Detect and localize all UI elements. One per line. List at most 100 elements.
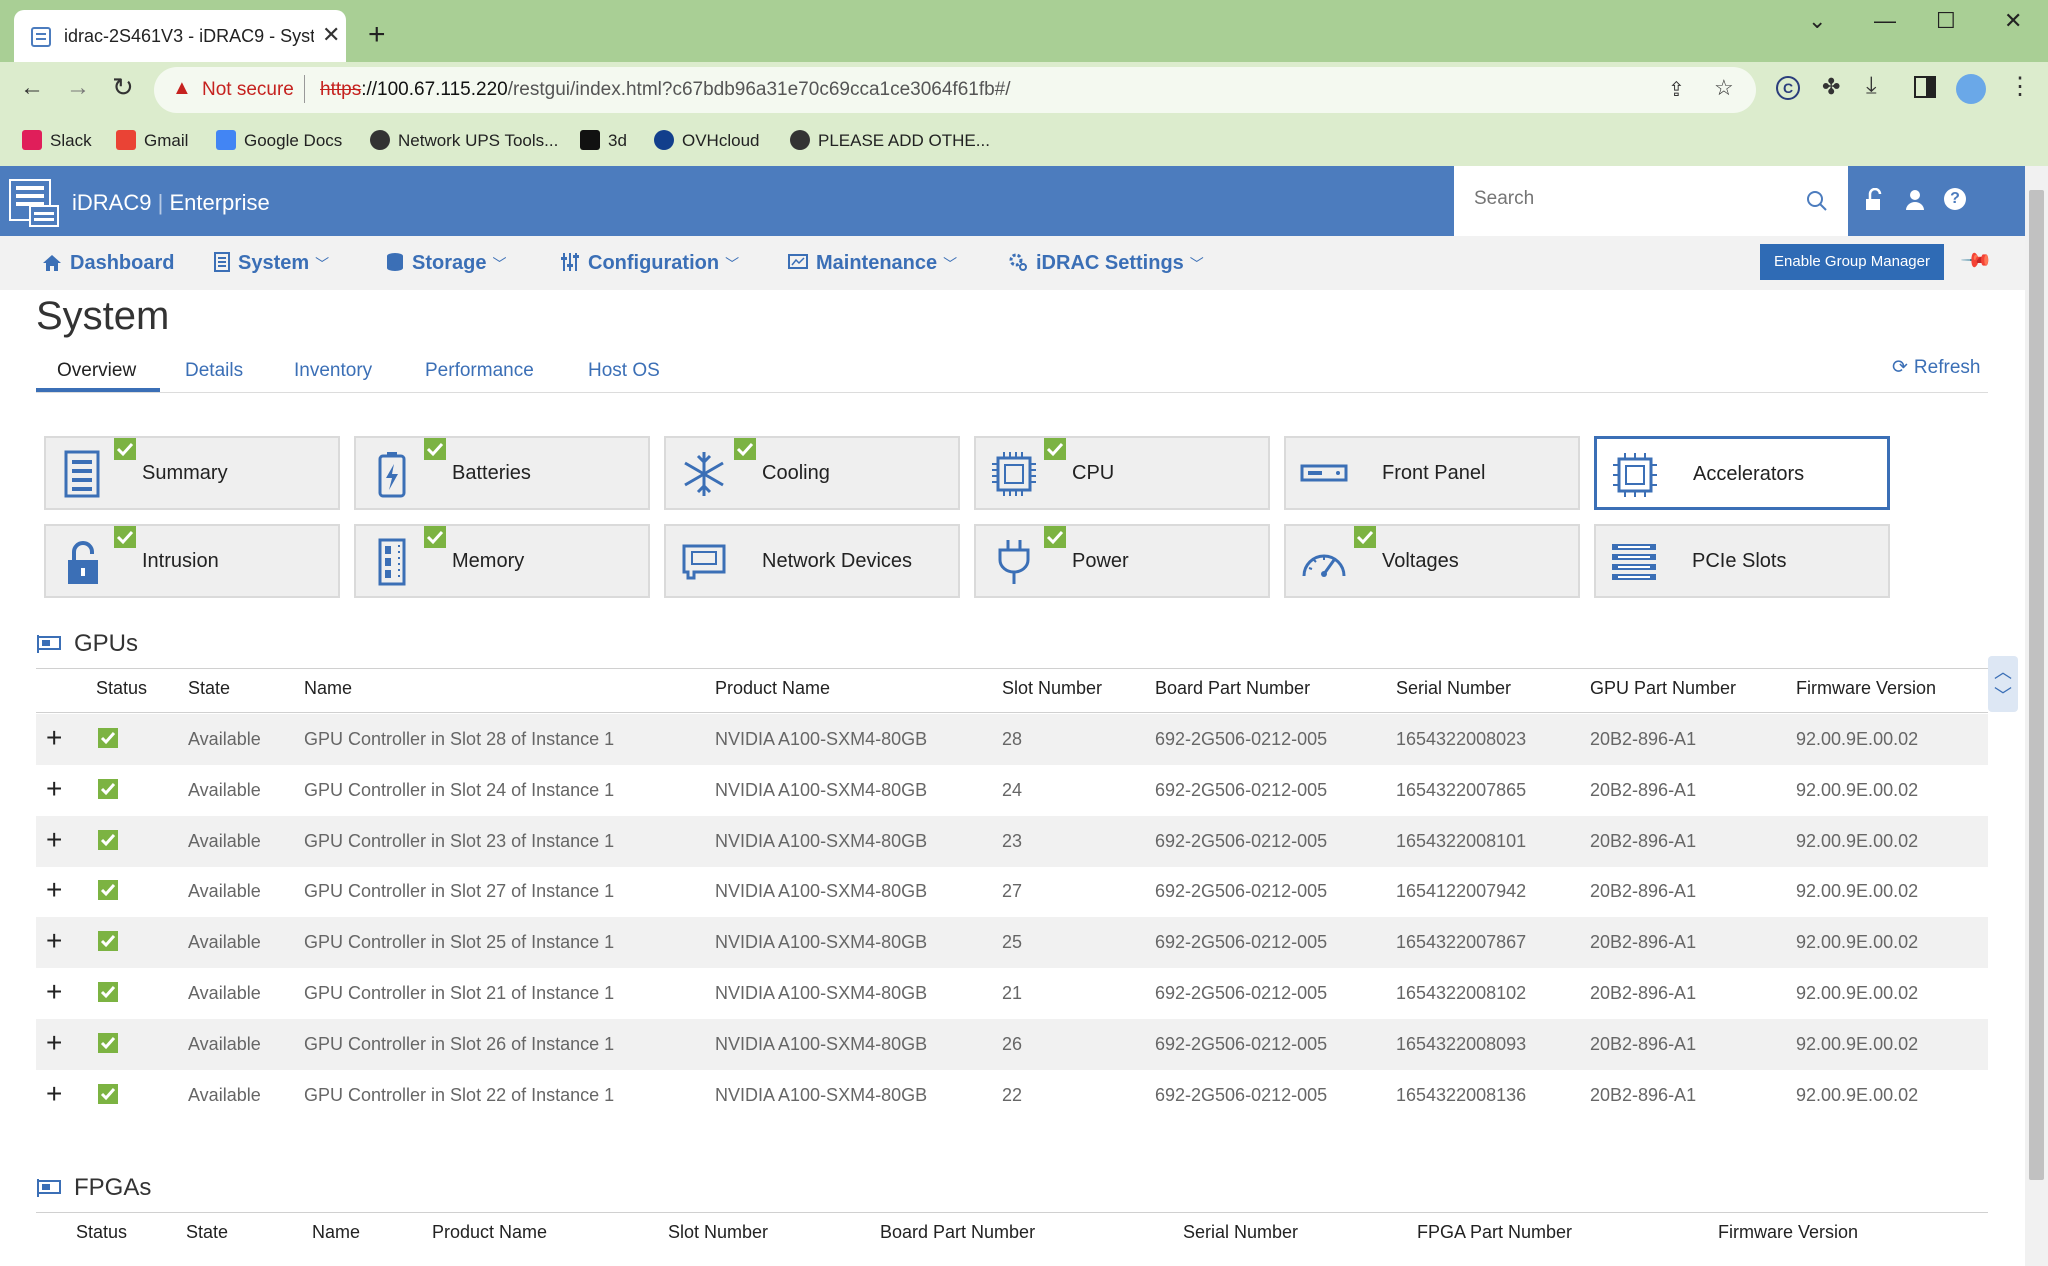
scrollbar-thumb[interactable] — [2029, 190, 2044, 1180]
gpu-column-header[interactable]: Serial Number — [1396, 678, 1511, 699]
bookmark-nut[interactable]: Network UPS Tools... — [370, 130, 558, 151]
tab-close-icon[interactable]: ✕ — [322, 22, 340, 48]
fpga-column-header[interactable]: Serial Number — [1183, 1222, 1298, 1243]
enable-group-manager-button[interactable]: Enable Group Manager — [1760, 244, 1944, 280]
window-close-icon[interactable]: ✕ — [2004, 8, 2022, 34]
table-scroll-buttons[interactable]: ︿ ﹀ — [1988, 656, 2018, 712]
expand-row-icon[interactable]: + — [46, 724, 62, 752]
tile-batteries[interactable]: Batteries — [354, 436, 650, 510]
expand-row-icon[interactable]: + — [46, 978, 62, 1006]
unlock-icon[interactable] — [1864, 188, 1886, 212]
address-bar[interactable]: ▲ Not secure https://100.67.115.220/rest… — [154, 67, 1756, 113]
tab-host-os[interactable]: Host OS — [588, 360, 660, 382]
expand-row-icon[interactable]: + — [46, 876, 62, 904]
tile-front-panel[interactable]: Front Panel — [1284, 436, 1580, 510]
tab-performance[interactable]: Performance — [425, 360, 534, 382]
fpga-column-header[interactable]: Board Part Number — [880, 1222, 1035, 1243]
extensions-icon[interactable]: ✤ — [1822, 74, 1840, 100]
minimize-icon[interactable]: — — [1874, 8, 1896, 34]
gpu-column-header[interactable]: Board Part Number — [1155, 678, 1310, 699]
profile-avatar[interactable] — [1956, 74, 1986, 104]
reload-icon[interactable]: ↻ — [112, 72, 134, 103]
tile-power[interactable]: Power — [974, 524, 1270, 598]
table-row[interactable]: + Available GPU Controller in Slot 23 of I… — [36, 815, 1988, 867]
table-row[interactable]: + Available GPU Controller in Slot 25 of I… — [36, 917, 1988, 969]
bookmark-gmail[interactable]: Gmail — [116, 130, 188, 151]
chevron-down-icon[interactable]: ﹀ — [1994, 682, 2012, 708]
forward-icon[interactable]: → — [66, 74, 90, 102]
tile-network-devices[interactable]: Network Devices — [664, 524, 960, 598]
user-icon[interactable] — [1904, 188, 1926, 212]
nav-system[interactable]: System ﹀ — [214, 252, 329, 275]
fpga-column-header[interactable]: Name — [312, 1222, 360, 1243]
fpga-column-header[interactable]: Firmware Version — [1718, 1222, 1858, 1243]
fpga-column-header[interactable]: Status — [76, 1222, 127, 1243]
gpu-column-header[interactable]: State — [188, 678, 230, 699]
pin-icon[interactable]: 📌 — [1959, 243, 1994, 278]
browser-tab[interactable]: idrac-2S461V3 - iDRAC9 - System ✕ — [14, 10, 346, 62]
tab-inventory[interactable]: Inventory — [294, 360, 372, 382]
table-row[interactable]: + Available GPU Controller in Slot 26 of I… — [36, 1018, 1988, 1070]
fpga-column-header[interactable]: State — [186, 1222, 228, 1243]
table-row[interactable]: + Available GPU Controller in Slot 27 of I… — [36, 866, 1988, 917]
nav-maintenance[interactable]: Maintenance ﹀ — [788, 252, 957, 275]
bookmark-slack[interactable]: Slack — [22, 130, 92, 151]
page-scrollbar[interactable] — [2025, 166, 2048, 1266]
extension-c-icon[interactable]: C — [1776, 76, 1800, 100]
tile-summary[interactable]: Summary — [44, 436, 340, 510]
table-row[interactable]: + Available GPU Controller in Slot 21 of I… — [36, 968, 1988, 1019]
bookmark-please-add[interactable]: PLEASE ADD OTHE... — [790, 130, 990, 151]
nav-configuration[interactable]: Configuration ﹀ — [560, 252, 739, 275]
fpga-column-header[interactable]: FPGA Part Number — [1417, 1222, 1572, 1243]
tab-overview[interactable]: Overview — [57, 360, 136, 382]
tile-cpu[interactable]: CPU — [974, 436, 1270, 510]
expand-row-icon[interactable]: + — [46, 1079, 62, 1108]
side-panel-icon[interactable] — [1914, 76, 1936, 98]
bookmark-star-icon[interactable]: ☆ — [1714, 75, 1734, 101]
nav-storage[interactable]: Storage ﹀ — [386, 252, 506, 275]
tile-cooling[interactable]: Cooling — [664, 436, 960, 510]
search-box[interactable] — [1454, 166, 1848, 236]
gpu-column-header[interactable]: Status — [96, 678, 147, 699]
not-secure-label[interactable]: Not secure — [202, 79, 294, 101]
new-tab-button[interactable]: + — [368, 20, 386, 50]
chevron-up-icon[interactable]: ︿ — [1994, 658, 2012, 684]
tab-details[interactable]: Details — [185, 360, 243, 382]
chevron-down-icon: ﹀ — [725, 256, 740, 272]
tile-voltages[interactable]: Voltages — [1284, 524, 1580, 598]
tile-intrusion[interactable]: Intrusion — [44, 524, 340, 598]
gpu-column-header[interactable]: Slot Number — [1002, 678, 1102, 699]
fpga-column-header[interactable]: Product Name — [432, 1222, 547, 1243]
refresh-button[interactable]: ⟳ Refresh — [1892, 356, 1980, 379]
bookmark-google-docs[interactable]: Google Docs — [216, 130, 342, 151]
back-icon[interactable]: ← — [20, 74, 44, 102]
table-row[interactable]: + Available GPU Controller in Slot 24 of I… — [36, 765, 1988, 816]
fpga-column-header[interactable]: Slot Number — [668, 1222, 768, 1243]
bookmark-ovhcloud[interactable]: OVHcloud — [654, 130, 759, 151]
gpu-column-header[interactable]: Product Name — [715, 678, 830, 699]
gpu-column-header[interactable]: GPU Part Number — [1590, 678, 1736, 699]
gpu-column-header[interactable]: Name — [304, 678, 352, 699]
table-row[interactable]: + Available GPU Controller in Slot 28 of I… — [36, 714, 1988, 765]
browser-menu-icon[interactable]: ⋮ — [2008, 72, 2032, 101]
tile-pcie-slots[interactable]: PCIe Slots — [1594, 524, 1890, 598]
tab-search-icon[interactable]: ⌄ — [1808, 8, 1826, 34]
expand-row-icon[interactable]: + — [46, 927, 62, 955]
tile-memory[interactable]: Memory — [354, 524, 650, 598]
expand-row-icon[interactable]: + — [46, 1028, 62, 1057]
share-icon[interactable]: ⇪ — [1668, 77, 1685, 102]
search-icon[interactable] — [1806, 190, 1828, 212]
nav-dashboard[interactable]: Dashboard — [42, 252, 174, 275]
expand-row-icon[interactable]: + — [46, 774, 62, 803]
url-text[interactable]: https://100.67.115.220/restgui/index.htm… — [320, 79, 1011, 101]
tile-accelerators[interactable]: Accelerators — [1594, 436, 1890, 510]
download-icon[interactable]: ⤓ — [1866, 72, 1877, 100]
search-input[interactable] — [1474, 188, 1794, 210]
bookmark-3d[interactable]: 3d — [580, 130, 627, 151]
help-icon[interactable]: ? — [1944, 188, 1966, 210]
nav-idrac-settings[interactable]: iDRAC Settings ﹀ — [1008, 252, 1204, 275]
table-row[interactable]: + Available GPU Controller in Slot 22 of I… — [36, 1070, 1988, 1121]
expand-row-icon[interactable]: + — [46, 825, 62, 854]
maximize-icon[interactable]: ☐ — [1936, 8, 1956, 34]
gpu-column-header[interactable]: Firmware Version — [1796, 678, 1936, 699]
